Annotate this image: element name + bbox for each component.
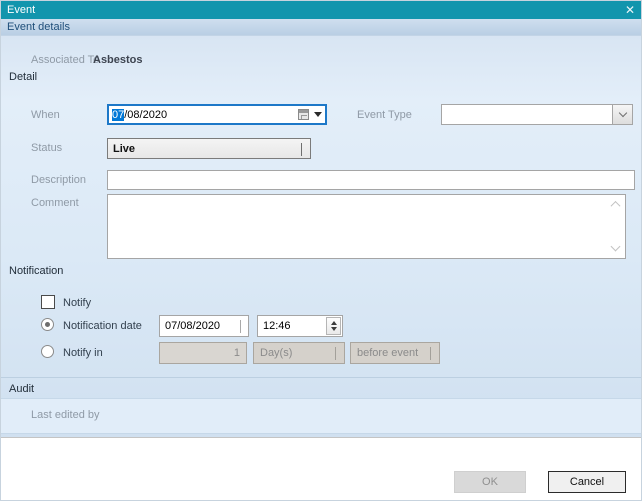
spinner-down-icon[interactable] [331, 327, 337, 331]
notify-checkbox-label: Notify [63, 297, 91, 309]
close-icon[interactable]: ✕ [623, 4, 637, 16]
calendar-icon[interactable] [298, 109, 309, 120]
spinner-up-icon[interactable] [331, 321, 337, 325]
notification-time-input[interactable]: 12:46 [257, 315, 343, 337]
chevron-down-icon [240, 320, 243, 332]
chevron-down-icon [301, 143, 305, 155]
subtitle-bar: Event details [1, 19, 642, 36]
when-datepicker[interactable]: 07/08/2020 [107, 104, 327, 125]
notify-in-value: 1 [234, 347, 240, 359]
audit-divider [1, 377, 642, 378]
comment-textarea[interactable] [107, 194, 626, 259]
time-spinner[interactable] [326, 317, 341, 335]
section-notification-header: Notification [9, 265, 63, 277]
chevron-down-icon [335, 347, 338, 359]
window-title: Event [7, 4, 35, 16]
event-type-dropdown-button[interactable] [612, 105, 632, 124]
event-dialog: Event ✕ Event details Associated To Asbe… [0, 0, 642, 501]
subtitle-text: Event details [7, 21, 70, 33]
status-select[interactable]: Live [107, 138, 311, 159]
section-audit-header: Audit [9, 383, 34, 395]
title-bar: Event ✕ [1, 1, 642, 19]
notification-date-value: 07/08/2020 [165, 320, 220, 332]
associated-to-label: Associated To [31, 54, 99, 66]
when-value-selected: 07 [112, 109, 124, 121]
notify-in-relation-select: before event [350, 342, 440, 364]
chevron-down-icon [618, 109, 626, 117]
dropdown-arrow-icon[interactable] [314, 112, 322, 117]
last-edited-label: Last edited by [31, 409, 100, 421]
comment-label: Comment [31, 197, 79, 209]
scroll-down-icon[interactable] [612, 243, 621, 252]
when-label: When [31, 109, 60, 121]
description-input[interactable] [107, 170, 635, 190]
notify-in-label: Notify in [63, 347, 103, 359]
notify-in-relation-value: before event [357, 347, 418, 359]
event-type-select[interactable] [441, 104, 633, 125]
notify-checkbox[interactable] [41, 295, 55, 309]
ok-button[interactable]: OK [454, 471, 526, 493]
associated-to-value: Asbestos [93, 54, 143, 66]
chevron-down-icon [430, 347, 433, 359]
notification-time-value: 12:46 [263, 320, 291, 332]
notification-date-select[interactable]: 07/08/2020 [159, 315, 249, 337]
notify-in-radio[interactable] [41, 345, 54, 358]
event-type-label: Event Type [357, 109, 412, 121]
cancel-button[interactable]: Cancel [548, 471, 626, 493]
description-label: Description [31, 174, 86, 186]
status-value: Live [113, 143, 135, 155]
status-label: Status [31, 142, 62, 154]
section-detail-header: Detail [9, 71, 37, 83]
notify-in-value-input: 1 [159, 342, 247, 364]
scroll-up-icon[interactable] [612, 201, 621, 210]
notification-date-label: Notification date [63, 320, 142, 332]
notify-in-unit-value: Day(s) [260, 347, 292, 359]
notification-date-radio[interactable] [41, 318, 54, 331]
notify-in-unit-select: Day(s) [253, 342, 345, 364]
when-value-rest: /08/2020 [124, 109, 167, 121]
